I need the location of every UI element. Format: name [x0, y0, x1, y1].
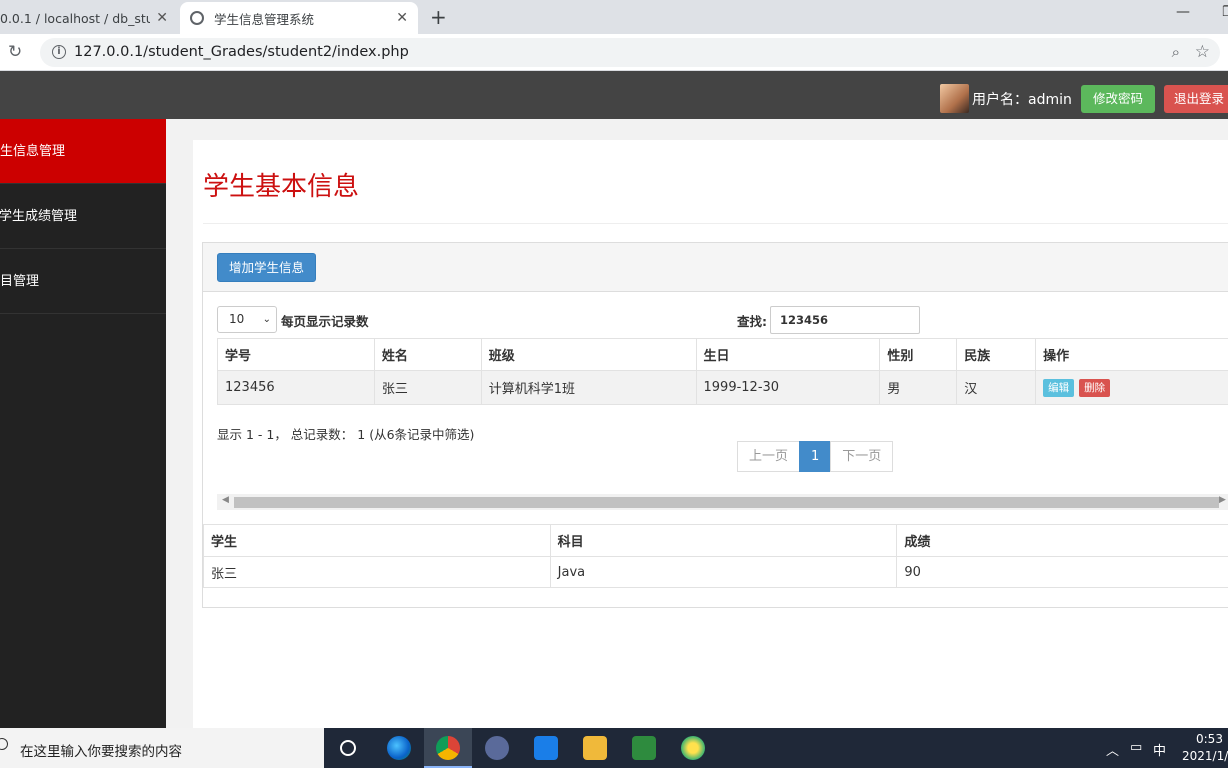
column-header[interactable]: 生日 — [695, 338, 881, 371]
address-bar[interactable]: i 127.0.0.1/student_Grades/student2/inde… — [40, 38, 1220, 67]
scroll-right-icon[interactable]: ▶ — [1219, 495, 1226, 505]
zoom-icon[interactable]: ⌕ — [1172, 43, 1180, 61]
column-header: 学生 — [203, 524, 551, 557]
box-header — [203, 243, 1228, 292]
search-icon — [0, 738, 8, 750]
prev-page-button[interactable]: 上一页 — [737, 441, 801, 472]
table-row: 张三 Java 90 — [203, 556, 1228, 588]
info-icon[interactable]: i — [52, 45, 66, 59]
records-info: 显示 1 - 1， 总记录数： 1 (从6条记录中筛选) — [217, 427, 475, 442]
app-p-icon[interactable] — [534, 736, 558, 760]
search-label: 查找: — [737, 314, 767, 329]
close-icon[interactable]: ✕ — [156, 10, 168, 26]
tab-title: 0.0.1 / localhost / db_stud — [0, 10, 151, 26]
column-header[interactable]: 姓名 — [373, 338, 482, 371]
cell-class: 计算机科学1班 — [480, 370, 697, 405]
cell-id: 123456 — [217, 370, 375, 405]
delete-button[interactable]: 删除 — [1079, 378, 1111, 397]
chevron-down-icon: ⌄ — [262, 314, 271, 325]
close-icon[interactable]: ✕ — [396, 10, 408, 26]
ime-indicator[interactable]: 中 — [1153, 740, 1166, 759]
clock-date: 2021/1/ — [1182, 749, 1228, 763]
network-icon[interactable]: ▭ — [1130, 740, 1142, 755]
minimize-icon[interactable]: — — [1176, 4, 1190, 20]
column-header[interactable]: 性别 — [879, 338, 958, 371]
username-label: 用户名：admin — [972, 92, 1072, 108]
browser-tab-active[interactable]: 学生信息管理系统 ✕ — [180, 2, 418, 34]
sidebar-item-subjects[interactable]: 科目管理 — [0, 249, 166, 314]
cortana-icon[interactable] — [340, 740, 356, 756]
page-length-value: 10 — [229, 312, 245, 326]
app-header: 用户名：admin 修改密码 退出登录 — [0, 71, 1228, 119]
clock-time: 0:53 — [1196, 732, 1223, 746]
search-input[interactable]: 123456 — [770, 306, 920, 334]
chrome-icon — [436, 736, 460, 760]
students-table: 学号 姓名 班级 生日 性别 民族 操作 123456 张三 计算机科学1班 1… — [217, 338, 1228, 405]
reload-icon[interactable]: ↻ — [8, 42, 22, 62]
cell-birthday: 1999-12-30 — [695, 370, 881, 405]
cell-student: 张三 — [203, 556, 551, 588]
browser-toolbar: ↻ i 127.0.0.1/student_Grades/student2/in… — [0, 34, 1228, 71]
table-row: 123456 张三 计算机科学1班 1999-12-30 男 汉 编辑 删除 — [217, 370, 1228, 405]
table-header-row: 学生 科目 成绩 — [203, 524, 1228, 557]
app-green-icon[interactable] — [681, 736, 705, 760]
app-h-icon[interactable] — [485, 736, 509, 760]
taskbar-search-placeholder: 在这里输入你要搜索的内容 — [20, 744, 182, 760]
restore-icon[interactable]: ❐ — [1222, 4, 1228, 20]
cell-gender: 男 — [879, 370, 958, 405]
column-header[interactable]: 民族 — [956, 338, 1037, 371]
sidebar: 学生信息管理 学生成绩管理 科目管理 — [0, 119, 166, 728]
page-title: 学生基本信息 — [203, 172, 360, 202]
new-tab-icon[interactable]: + — [430, 5, 447, 29]
table-header-row: 学号 姓名 班级 生日 性别 民族 操作 — [217, 338, 1228, 371]
taskbar-search[interactable]: 在这里输入你要搜索的内容 — [0, 728, 324, 768]
scroll-left-icon[interactable]: ◀ — [222, 495, 229, 505]
avatar — [940, 84, 969, 113]
column-header[interactable]: 班级 — [480, 338, 697, 371]
url-text: 127.0.0.1/student_Grades/student2/index.… — [74, 44, 409, 60]
page-length-select[interactable]: 10 ⌄ — [217, 306, 277, 333]
divider — [203, 223, 1228, 224]
cell-subject: Java — [549, 556, 898, 588]
scrollbar-thumb[interactable] — [234, 497, 1219, 508]
next-page-button[interactable]: 下一页 — [830, 441, 894, 472]
folder-icon[interactable] — [583, 736, 607, 760]
browser-tabbar: 0.0.1 / localhost / db_stud ✕ 学生信息管理系统 ✕… — [0, 0, 1228, 34]
bookmark-star-icon[interactable]: ☆ — [1195, 42, 1210, 62]
chevron-up-icon[interactable]: ︿ — [1106, 740, 1119, 759]
cell-actions: 编辑 删除 — [1035, 370, 1228, 405]
cell-ethnicity: 汉 — [956, 370, 1037, 405]
edit-button[interactable]: 编辑 — [1043, 378, 1075, 397]
page-length-label: 每页显示记录数 — [281, 314, 369, 329]
column-header: 成绩 — [896, 524, 1228, 557]
grades-table: 学生 科目 成绩 张三 Java 90 — [203, 524, 1228, 588]
change-password-button[interactable]: 修改密码 — [1081, 85, 1155, 113]
horizontal-scrollbar[interactable]: ◀ ▶ — [217, 494, 1228, 510]
notepad-icon[interactable] — [632, 736, 656, 760]
pagination: 上一页 1 下一页 — [737, 441, 894, 472]
column-header[interactable]: 学号 — [217, 338, 375, 371]
taskbar: 在这里输入你要搜索的内容 ︿ ▭ 中 0:53 2021/1/ — [0, 728, 1228, 768]
sidebar-item-student-info[interactable]: 学生信息管理 — [0, 119, 166, 184]
page-1-button[interactable]: 1 — [799, 441, 832, 472]
add-student-button[interactable]: 增加学生信息 — [217, 253, 316, 282]
taskbar-chrome-active[interactable] — [424, 728, 472, 768]
clock[interactable]: 0:53 2021/1/ — [1182, 731, 1228, 765]
column-header: 科目 — [549, 524, 898, 557]
logout-button[interactable]: 退出登录 — [1164, 85, 1228, 113]
edge-icon[interactable] — [387, 736, 411, 760]
sidebar-item-grades[interactable]: 学生成绩管理 — [0, 184, 166, 249]
cell-score: 90 — [896, 556, 1228, 588]
cell-name: 张三 — [373, 370, 482, 405]
column-header: 操作 — [1035, 338, 1228, 371]
tab-title: 学生信息管理系统 — [214, 11, 315, 27]
globe-icon — [190, 11, 204, 25]
browser-tab-phpmyadmin[interactable]: 0.0.1 / localhost / db_stud ✕ — [0, 2, 178, 34]
